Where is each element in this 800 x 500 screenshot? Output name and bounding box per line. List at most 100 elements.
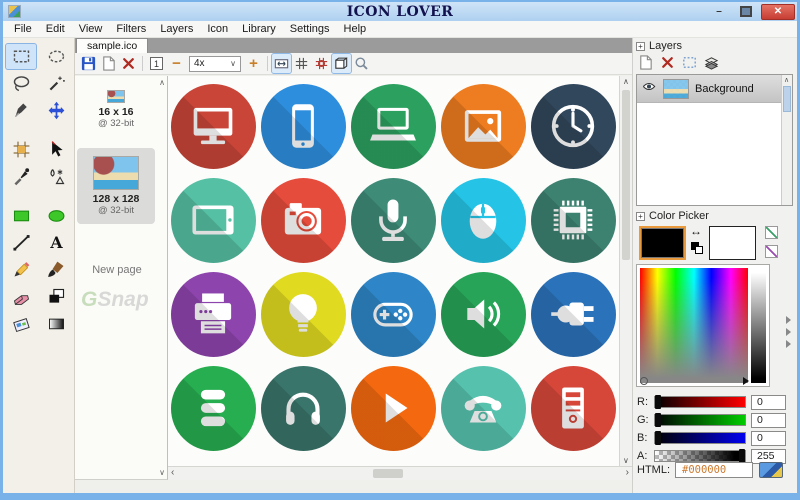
tool-rectangle-shape[interactable] bbox=[6, 203, 36, 228]
tool-pencil[interactable] bbox=[6, 257, 36, 282]
tool-stamp[interactable] bbox=[6, 311, 36, 336]
slider-handle-a[interactable] bbox=[739, 449, 745, 463]
slider-handle-b[interactable] bbox=[655, 431, 661, 445]
grid-icon[interactable] bbox=[292, 54, 311, 73]
toolbar-separator bbox=[267, 56, 268, 71]
color-dialog-button[interactable] bbox=[759, 462, 783, 478]
tool-pointer[interactable] bbox=[41, 137, 71, 162]
layer-select-icon[interactable] bbox=[680, 53, 699, 72]
pages-scroll-up[interactable] bbox=[159, 78, 165, 87]
icon-canvas[interactable] bbox=[168, 76, 619, 466]
delete-icon[interactable] bbox=[119, 54, 138, 73]
slider-row-g: G:0 bbox=[637, 412, 795, 428]
picker-mode-markers[interactable] bbox=[786, 316, 791, 348]
expand-icon[interactable] bbox=[636, 42, 645, 51]
hue-saturation-field[interactable] bbox=[640, 268, 748, 383]
slider-track-b[interactable] bbox=[654, 432, 746, 444]
new-page-link[interactable]: New page bbox=[75, 264, 159, 276]
hscroll-thumb[interactable] bbox=[373, 469, 403, 478]
eye-icon[interactable] bbox=[641, 80, 657, 98]
slider-value-b[interactable]: 0 bbox=[751, 431, 786, 446]
zoom-in-button[interactable]: + bbox=[244, 54, 263, 73]
zoom-out-button[interactable]: − bbox=[167, 54, 186, 73]
menu-filters[interactable]: Filters bbox=[109, 21, 153, 37]
tool-brush[interactable] bbox=[41, 257, 71, 282]
scroll-up-icon[interactable] bbox=[623, 77, 629, 86]
page-item-16x16[interactable]: 16 x 16@ 32-bit bbox=[77, 90, 155, 129]
canvas-area[interactable] bbox=[168, 76, 632, 480]
tool-eyedropper[interactable] bbox=[6, 164, 36, 189]
swap-colors-icon[interactable] bbox=[690, 224, 702, 238]
add-layer-icon[interactable] bbox=[636, 53, 655, 72]
slider-track-g[interactable] bbox=[654, 414, 746, 426]
tool-gradient[interactable] bbox=[41, 311, 71, 336]
foreground-color-swatch[interactable] bbox=[639, 226, 686, 260]
menu-library[interactable]: Library bbox=[235, 21, 283, 37]
actual-size-button[interactable]: 1 bbox=[147, 54, 166, 73]
tool-ellipse-select[interactable] bbox=[41, 44, 71, 69]
zoom-level-select[interactable]: 4x∨ bbox=[189, 56, 241, 72]
canvas-icon-printer bbox=[171, 272, 256, 357]
layer-row-background[interactable]: Background bbox=[637, 75, 781, 103]
magnifier-icon[interactable] bbox=[352, 54, 371, 73]
chevron-down-icon: ∨ bbox=[230, 59, 236, 68]
transparent-color-icon[interactable] bbox=[765, 245, 778, 258]
scroll-right-icon[interactable] bbox=[626, 467, 629, 478]
slider-track-r[interactable] bbox=[654, 396, 746, 408]
tool-rectangle-select[interactable] bbox=[6, 44, 36, 69]
guides-icon[interactable] bbox=[312, 54, 331, 73]
merge-layers-icon[interactable] bbox=[702, 53, 721, 72]
tool-color-replace[interactable] bbox=[41, 164, 71, 189]
menu-file[interactable]: File bbox=[7, 21, 39, 37]
canvas-vscrollbar[interactable] bbox=[619, 76, 632, 466]
default-colors-icon[interactable] bbox=[691, 242, 703, 254]
layers-scroll-thumb[interactable] bbox=[783, 86, 791, 112]
menu-help[interactable]: Help bbox=[337, 21, 374, 37]
tab-sample-ico[interactable]: sample.ico bbox=[76, 38, 148, 53]
slider-track-a[interactable] bbox=[654, 450, 746, 462]
tool-shape-copy[interactable] bbox=[41, 284, 71, 309]
menu-view[interactable]: View bbox=[72, 21, 110, 37]
menu-layers[interactable]: Layers bbox=[153, 21, 200, 37]
menu-icon[interactable]: Icon bbox=[200, 21, 235, 37]
slider-value-r[interactable]: 0 bbox=[751, 395, 786, 410]
layers-scrollbar[interactable] bbox=[781, 75, 792, 205]
scroll-up-icon[interactable] bbox=[784, 76, 789, 84]
save-icon[interactable] bbox=[79, 54, 98, 73]
vscroll-thumb[interactable] bbox=[622, 90, 630, 260]
tool-crop[interactable] bbox=[6, 137, 36, 162]
background-color-swatch[interactable] bbox=[709, 226, 756, 260]
tool-lasso[interactable] bbox=[6, 71, 36, 96]
canvas-icon-play bbox=[351, 366, 436, 451]
scroll-left-icon[interactable] bbox=[171, 467, 174, 478]
expand-icon[interactable] bbox=[636, 212, 645, 221]
canvas-icon-monitor bbox=[171, 84, 256, 169]
slider-handle-g[interactable] bbox=[655, 413, 661, 427]
menu-settings[interactable]: Settings bbox=[283, 21, 337, 37]
slider-value-g[interactable]: 0 bbox=[751, 413, 786, 428]
brightness-strip[interactable] bbox=[751, 268, 766, 383]
tool-pen[interactable] bbox=[6, 98, 36, 123]
tool-text[interactable]: A bbox=[41, 230, 71, 255]
matte-color-icon[interactable] bbox=[765, 226, 778, 239]
maximize-button[interactable] bbox=[734, 5, 758, 19]
menu-edit[interactable]: Edit bbox=[39, 21, 72, 37]
pages-panel: New page GSnap 16 x 16@ 32-bit128 x 128@… bbox=[75, 76, 168, 480]
pages-scroll-down[interactable] bbox=[159, 468, 165, 477]
new-page-icon[interactable] bbox=[99, 54, 118, 73]
scroll-down-icon[interactable] bbox=[623, 456, 629, 465]
tool-line[interactable] bbox=[6, 230, 36, 255]
close-button[interactable] bbox=[761, 4, 795, 20]
fit-window-icon[interactable] bbox=[272, 54, 291, 73]
tool-move[interactable] bbox=[41, 98, 71, 123]
delete-layer-icon[interactable] bbox=[658, 53, 677, 72]
preview-3d-icon[interactable] bbox=[332, 54, 351, 73]
tool-ellipse-shape[interactable] bbox=[41, 203, 71, 228]
tool-magic-wand[interactable] bbox=[41, 71, 71, 96]
minimize-button[interactable] bbox=[707, 5, 731, 19]
page-item-128x128[interactable]: 128 x 128@ 32-bit bbox=[77, 148, 155, 224]
canvas-hscrollbar[interactable] bbox=[168, 466, 632, 480]
tool-eraser[interactable] bbox=[6, 284, 36, 309]
html-color-input[interactable]: #000000 bbox=[675, 462, 753, 478]
slider-handle-r[interactable] bbox=[655, 395, 661, 409]
